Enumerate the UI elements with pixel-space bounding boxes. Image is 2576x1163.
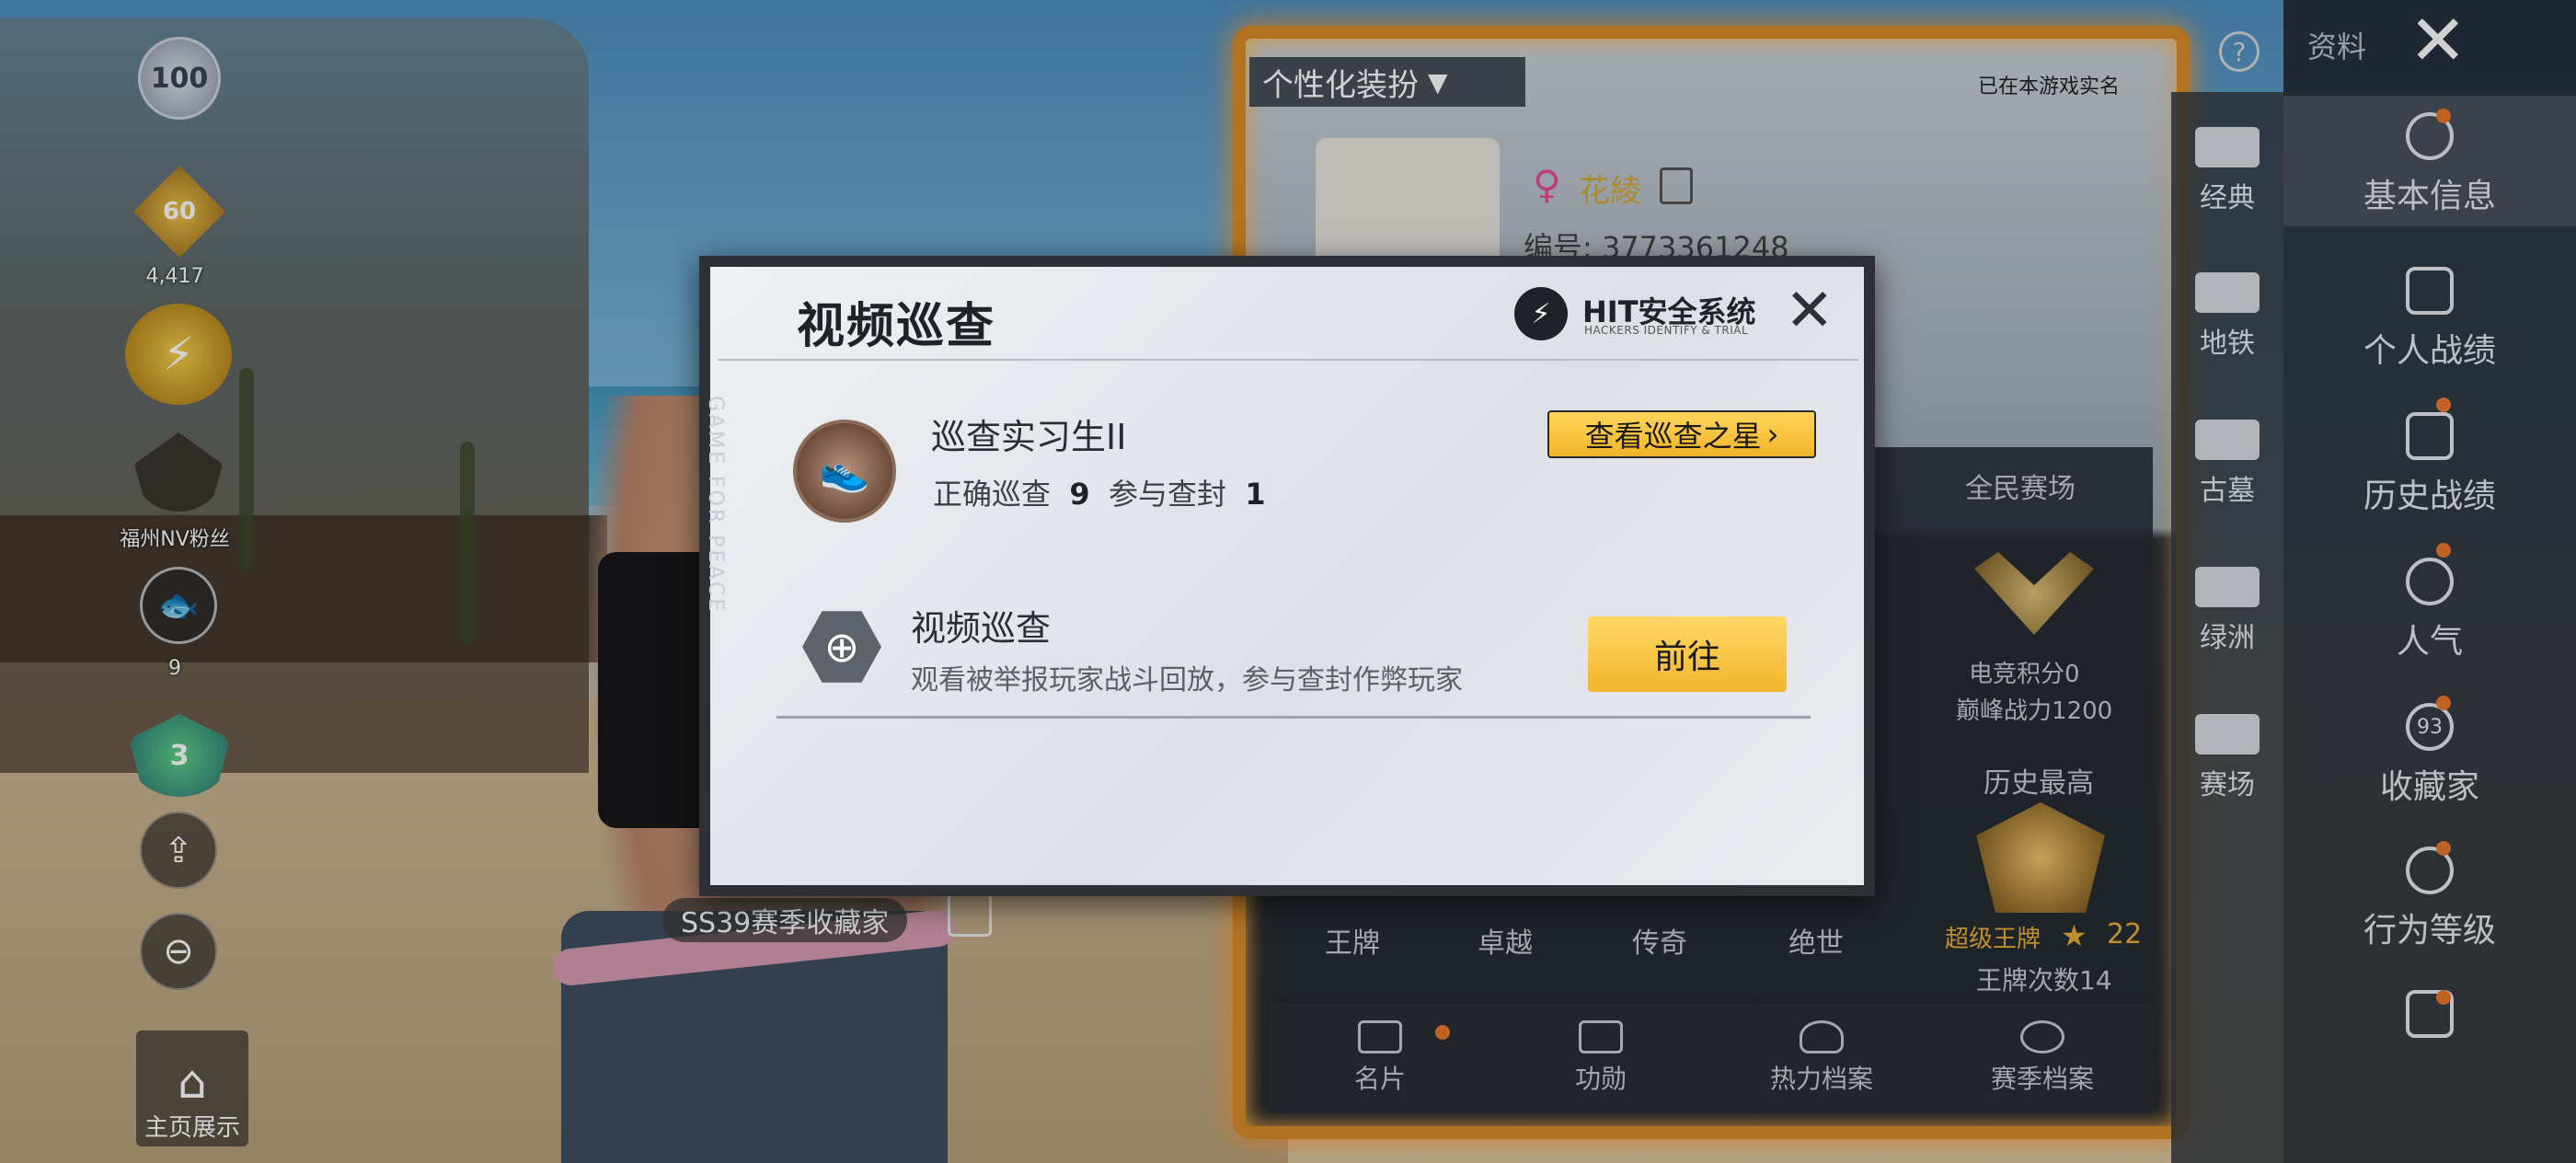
watermark: GAME FOR PEACE bbox=[704, 396, 727, 615]
view-patrol-star-button[interactable]: 查看巡查之星 › bbox=[1547, 410, 1816, 458]
patrol-task-name: 视频巡查 bbox=[911, 608, 1052, 649]
ban-value: 1 bbox=[1245, 477, 1266, 512]
correct-label: 正确巡查 bbox=[933, 477, 1052, 512]
go-button-label: 前往 bbox=[1653, 639, 1720, 676]
patrol-rank-name: 巡查实习生II bbox=[931, 417, 1127, 457]
hit-logo-icon: ⚡ bbox=[1514, 287, 1568, 340]
ban-label: 参与查封 bbox=[1108, 477, 1226, 512]
correct-value: 9 bbox=[1069, 477, 1090, 512]
modal-title: 视频巡查 bbox=[797, 299, 996, 354]
go-button[interactable]: 前往 bbox=[1588, 616, 1787, 692]
patrol-divider bbox=[776, 716, 1811, 719]
patrol-rank-badge: 👟 bbox=[793, 420, 896, 523]
hit-system-subtitle: HACKERS IDENTIFY & TRIAL bbox=[1584, 324, 1749, 337]
patrol-task-description: 观看被举报玩家战斗回放，参与查封作弊玩家 bbox=[911, 664, 1463, 697]
patrol-rank-stats: 正确巡查 9 参与查封 1 bbox=[933, 471, 1266, 513]
view-patrol-star-label: 查看巡查之星 bbox=[1584, 419, 1762, 454]
shoe-icon: 👟 bbox=[819, 448, 870, 495]
modal-close-icon[interactable]: ✕ bbox=[1785, 282, 1834, 340]
chevron-right-icon: › bbox=[1766, 417, 1779, 452]
modal-divider bbox=[718, 359, 1858, 361]
